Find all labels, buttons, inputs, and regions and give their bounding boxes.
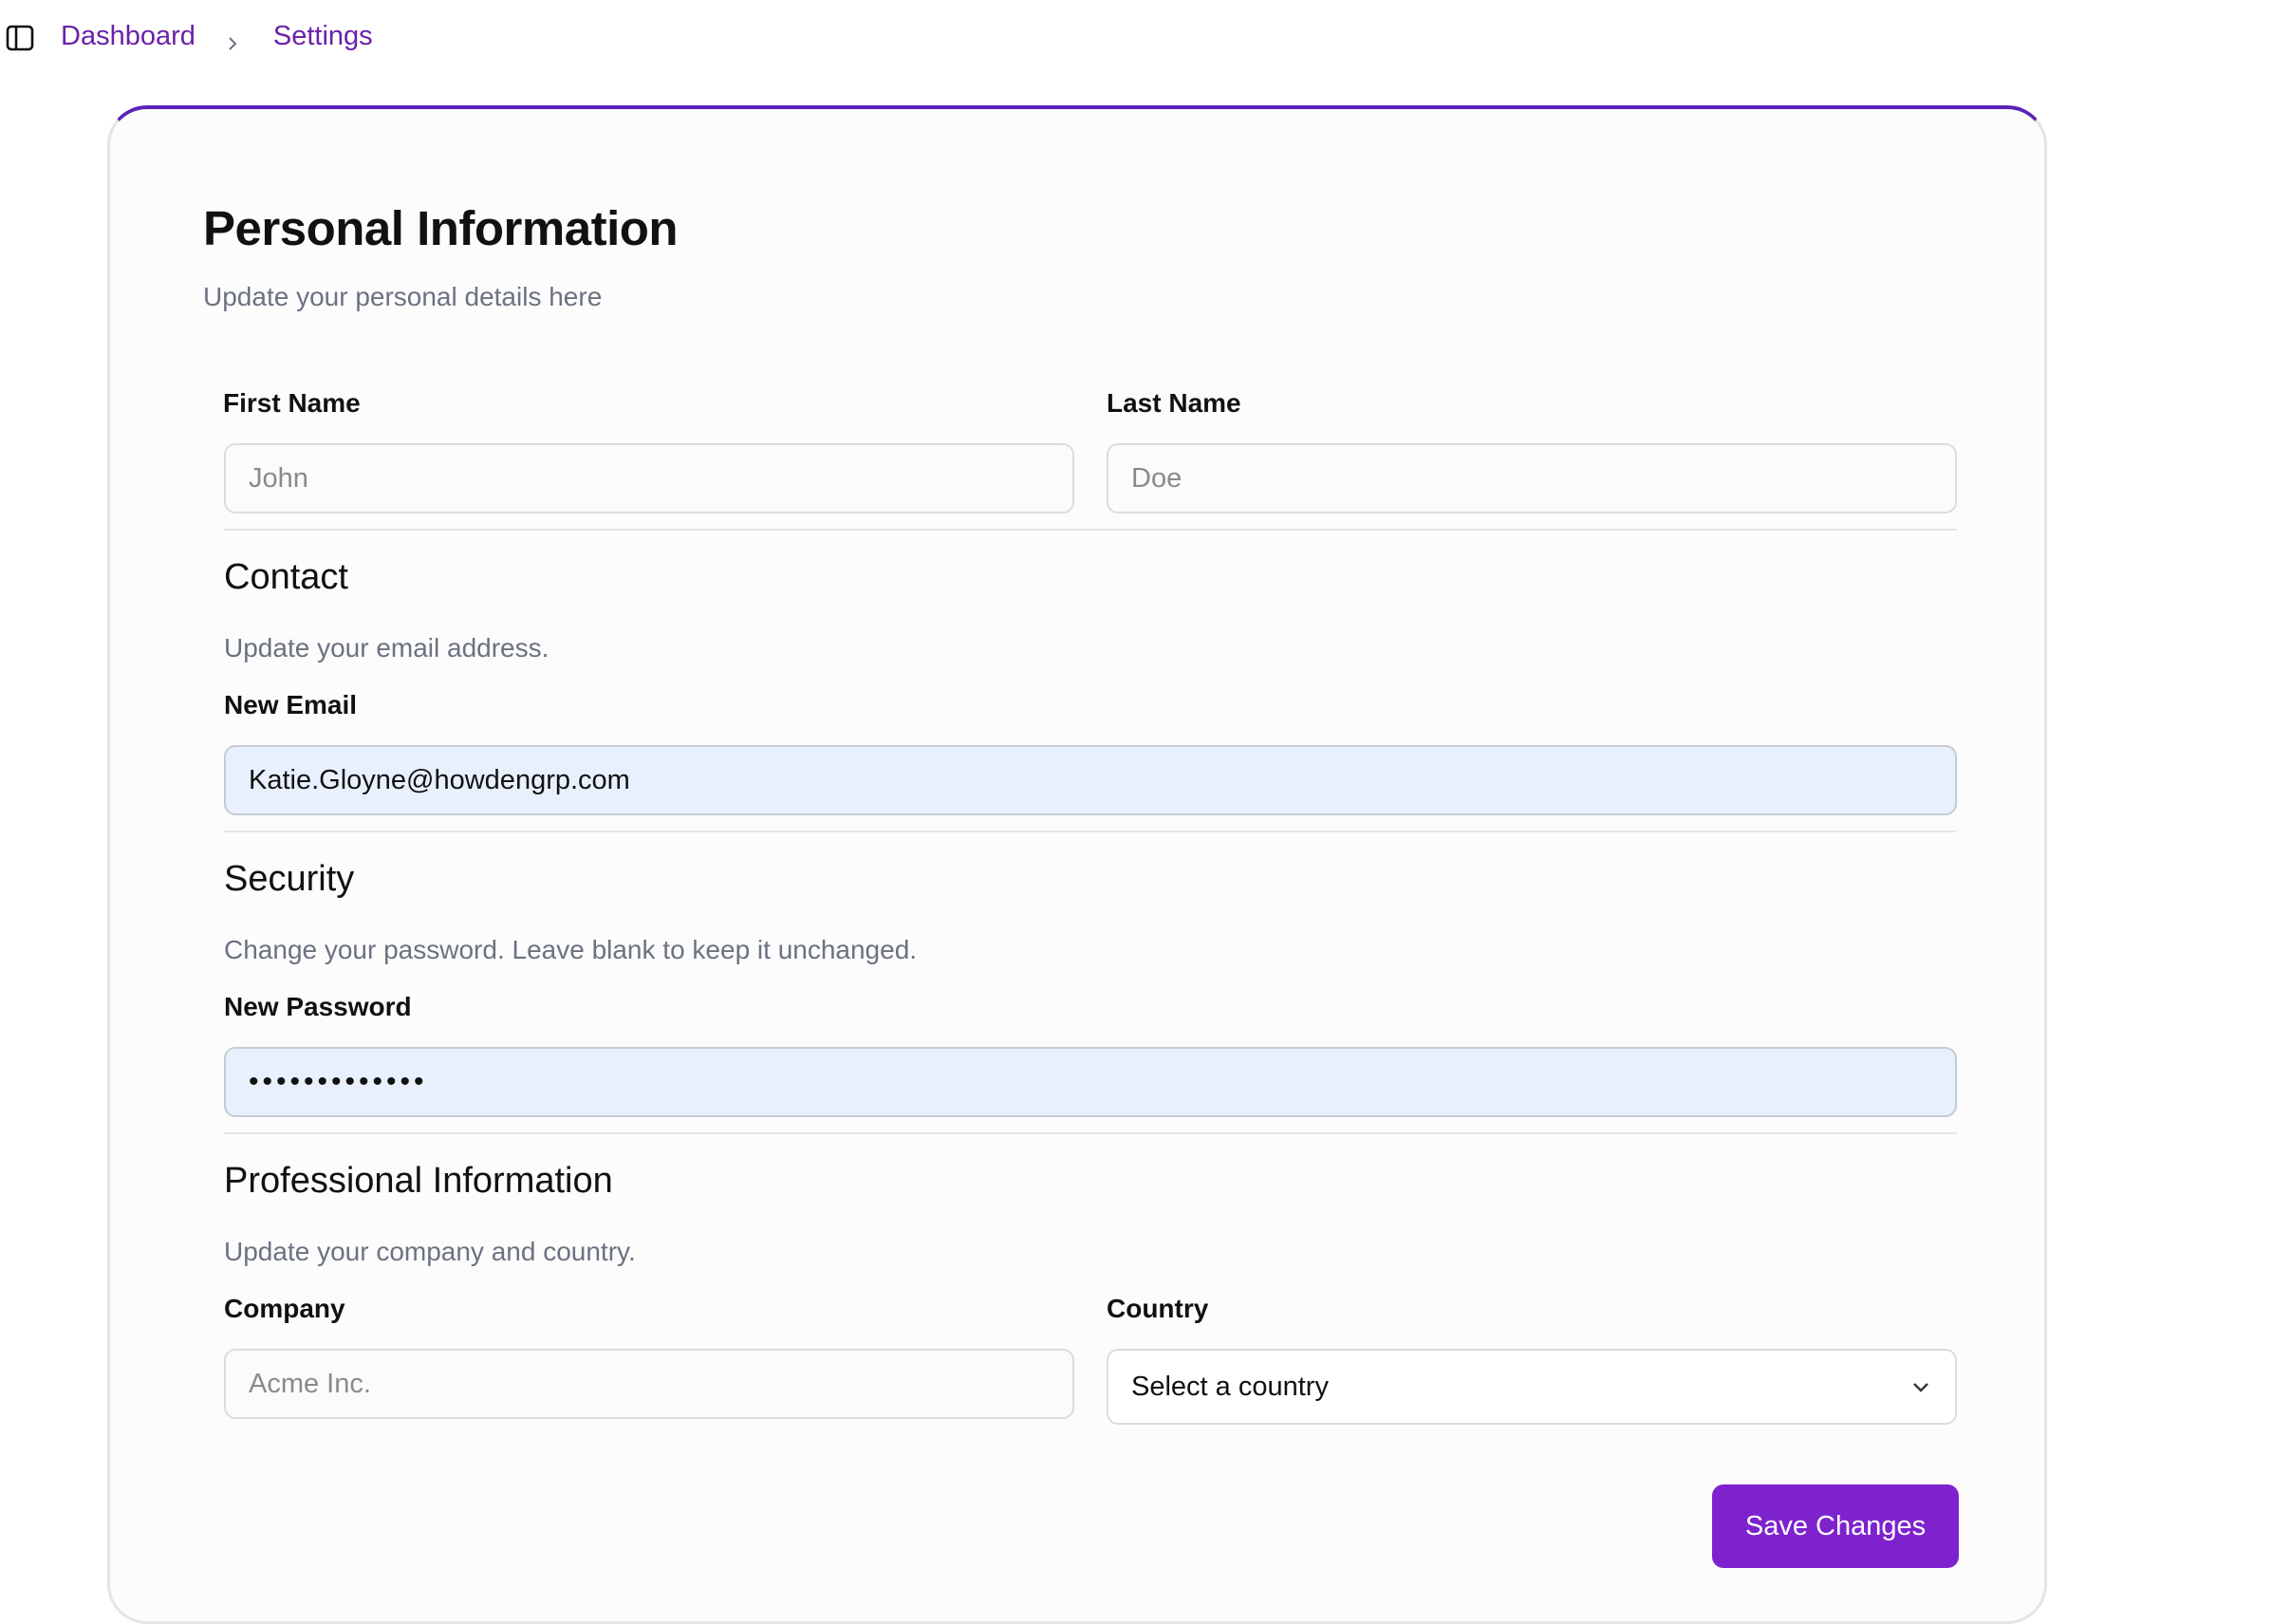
breadcrumb: Dashboard Settings xyxy=(61,21,373,52)
country-select-value: Select a country xyxy=(1131,1371,1329,1402)
personal-information-card: Personal Information Update your persona… xyxy=(107,105,2047,1624)
page-title: Personal Information xyxy=(203,201,679,255)
professional-section-description: Update your company and country. xyxy=(224,1237,636,1266)
company-input[interactable] xyxy=(224,1349,1074,1419)
security-section-description: Change your password. Leave blank to kee… xyxy=(224,935,918,964)
breadcrumb-settings[interactable]: Settings xyxy=(273,21,373,52)
company-label: Company xyxy=(224,1294,345,1323)
breadcrumb-dashboard[interactable]: Dashboard xyxy=(61,21,196,52)
last-name-label: Last Name xyxy=(1107,388,1241,418)
top-bar: Dashboard Settings xyxy=(0,0,2272,76)
contact-section-description: Update your email address. xyxy=(224,633,549,663)
section-divider xyxy=(224,831,1957,832)
security-section-title: Security xyxy=(224,859,355,899)
sidebar-panel-icon[interactable] xyxy=(6,25,34,51)
country-label: Country xyxy=(1107,1294,1209,1323)
first-name-label: First Name xyxy=(223,388,361,418)
contact-section-title: Contact xyxy=(224,557,348,597)
chevron-right-icon xyxy=(224,28,241,50)
new-email-label: New Email xyxy=(224,690,358,719)
chevron-down-icon xyxy=(1909,1375,1932,1398)
first-name-input[interactable] xyxy=(224,443,1074,513)
section-divider xyxy=(224,529,1957,531)
new-password-label: New Password xyxy=(224,992,412,1021)
new-email-input[interactable] xyxy=(224,745,1957,815)
page-subtitle: Update your personal details here xyxy=(203,282,603,311)
new-password-input[interactable] xyxy=(224,1047,1957,1117)
last-name-input[interactable] xyxy=(1107,443,1957,513)
country-select[interactable]: Select a country xyxy=(1107,1349,1957,1425)
section-divider xyxy=(224,1132,1957,1134)
professional-section-title: Professional Information xyxy=(224,1161,613,1201)
save-changes-button[interactable]: Save Changes xyxy=(1712,1484,1959,1568)
